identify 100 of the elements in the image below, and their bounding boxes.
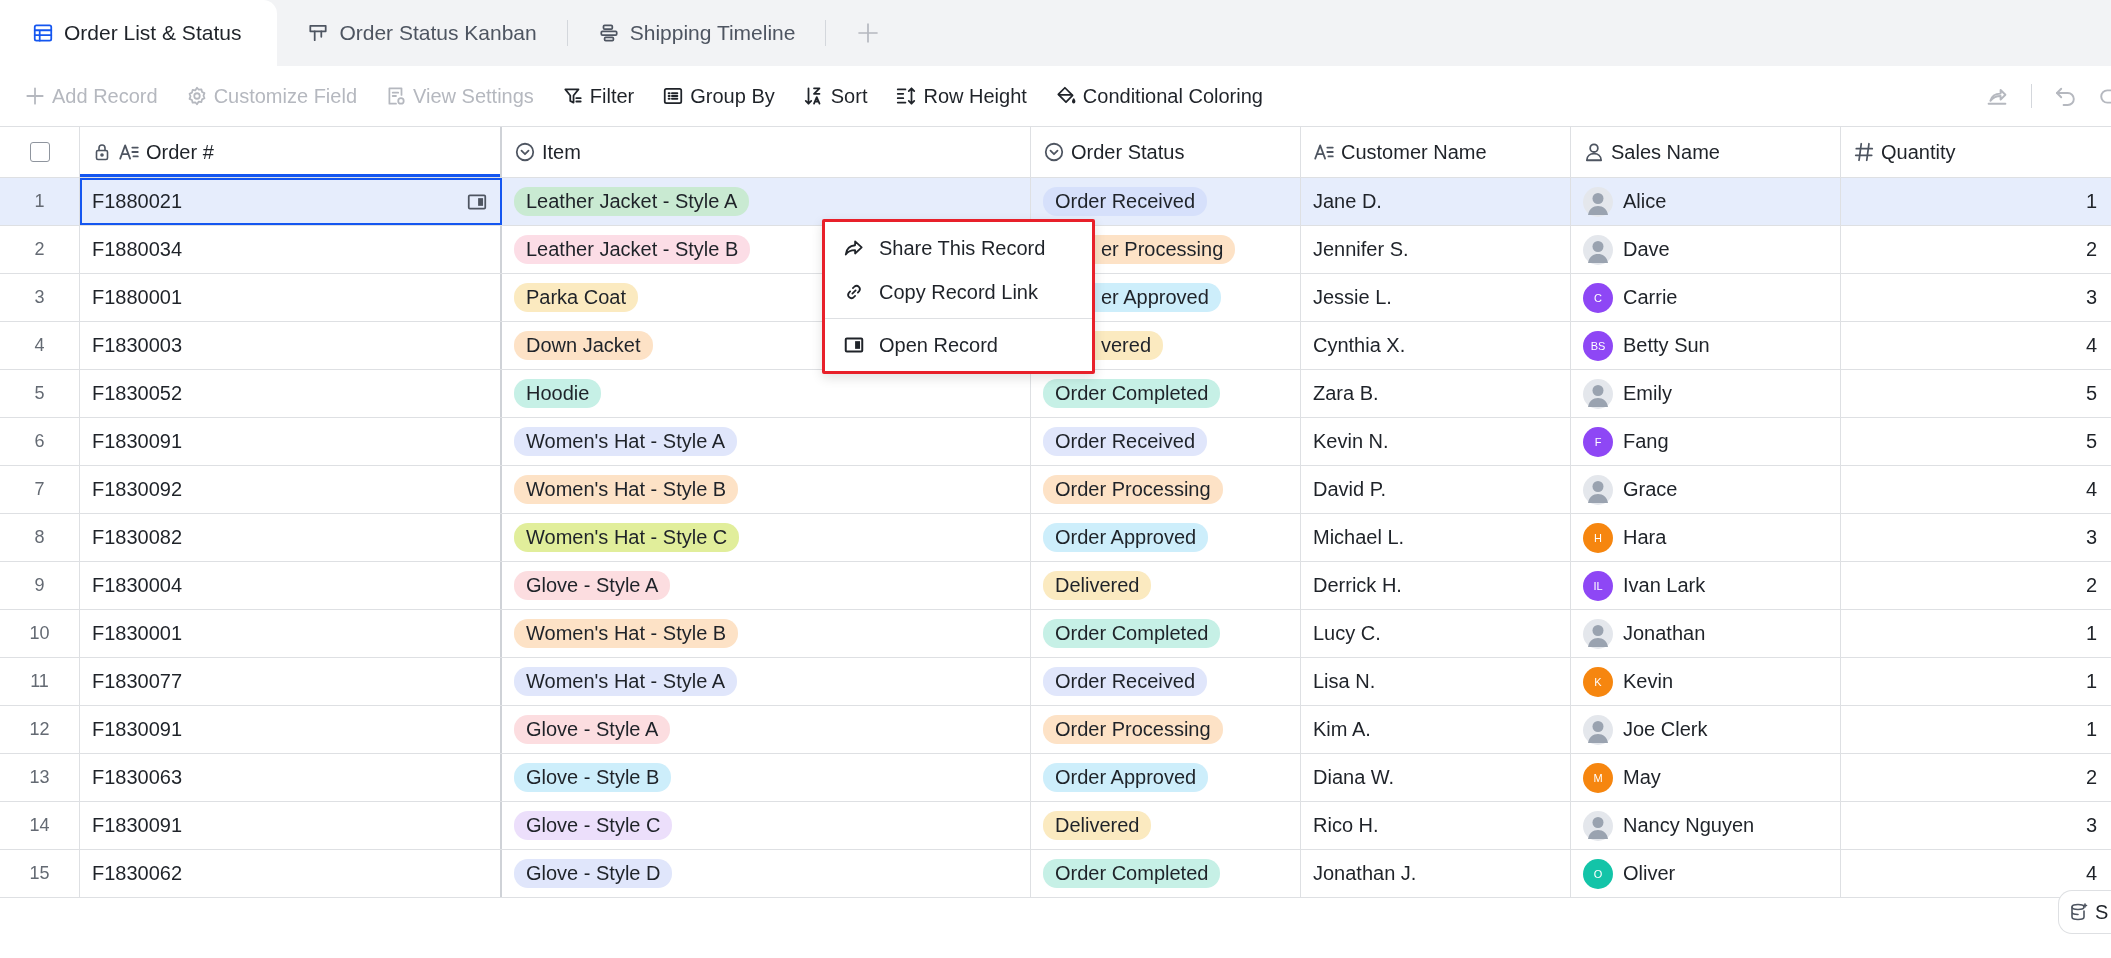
database-icon [2069, 902, 2089, 922]
row-number: 10 [0, 610, 80, 657]
item-tag: Hoodie [514, 379, 602, 408]
sales-name: Fang [1623, 430, 1669, 453]
sales-name: May [1623, 766, 1661, 789]
toolbar-button[interactable]: Sort [802, 84, 868, 108]
order-number: F1830062 [92, 862, 183, 885]
quantity: 3 [2084, 525, 2098, 550]
column-header[interactable]: Item [502, 127, 1031, 177]
table-row[interactable]: 14 F1830091 Glove - Style C Delivered Rico H. Nancy Nguyen 3 [0, 802, 2111, 850]
status-tag: Delivered [1043, 811, 1152, 840]
quantity: 1 [2084, 621, 2098, 646]
item-tag: Leather Jacket - Style B [514, 235, 751, 264]
quantity: 4 [2084, 861, 2098, 886]
quantity: 1 [2084, 717, 2098, 742]
toolbar-button[interactable]: Filter [561, 84, 635, 108]
table-row[interactable]: 15 F1830062 Glove - Style D Order Completed Jonathan J. O Oliver 4 [0, 850, 2111, 898]
avatar-icon [1583, 234, 1613, 265]
view-tab[interactable]: Order Status Kanban [277, 0, 567, 66]
item-tag: Glove - Style A [514, 571, 671, 600]
column-header[interactable]: Sales Name [1571, 127, 1841, 177]
open-record-icon [843, 334, 865, 356]
table-row[interactable]: 7 F1830092 Women's Hat - Style B Order Processing David P. Grace 4 [0, 466, 2111, 514]
customer-name: David P. [1301, 466, 1571, 513]
sales-name: Oliver [1623, 862, 1676, 885]
toolbar-button[interactable]: Conditional Coloring [1054, 84, 1263, 108]
item-tag: Down Jacket [514, 331, 653, 360]
column-header[interactable]: Order # [80, 127, 502, 177]
status-tag: Order Completed [1043, 379, 1221, 408]
view-tab[interactable]: Shipping Timeline [567, 0, 826, 66]
quantity: 2 [2084, 573, 2098, 598]
customer-name: Diana W. [1301, 754, 1571, 801]
column-header[interactable]: Order Status [1031, 127, 1301, 177]
order-number: F1830077 [92, 670, 183, 693]
toolbar-button[interactable]: Row Height [895, 84, 1027, 108]
sales-name: Ivan Lark [1623, 574, 1706, 597]
sales-name: Joe Clerk [1623, 718, 1708, 741]
customer-name: Cynthia X. [1301, 322, 1571, 369]
select-all-checkbox[interactable] [29, 142, 50, 162]
avatar-icon [1583, 714, 1613, 745]
status-tag: Order Completed [1043, 859, 1221, 888]
table-row[interactable]: 9 F1830004 Glove - Style A Delivered Derrick H. IL Ivan Lark 2 [0, 562, 2111, 610]
column-header[interactable]: Customer Name [1301, 127, 1571, 177]
column-header[interactable]: Quantity [1841, 127, 2111, 177]
customer-name: Michael L. [1301, 514, 1571, 561]
order-number: F1880021 [92, 190, 183, 213]
redo-icon [2100, 88, 2111, 104]
quantity: 4 [2084, 477, 2098, 502]
customer-name: Kevin N. [1301, 418, 1571, 465]
sales-name: Alice [1623, 190, 1667, 213]
customer-name: Jennifer S. [1301, 226, 1571, 273]
table-row[interactable]: 12 F1830091 Glove - Style A Order Processing Kim A. Joe Clerk 1 [0, 706, 2111, 754]
customer-name: Jane D. [1301, 178, 1571, 225]
avatar: C [1583, 282, 1613, 313]
group-icon [662, 85, 685, 107]
customer-name: Rico H. [1301, 802, 1571, 849]
avatar-icon [1583, 810, 1613, 841]
table-row[interactable]: 8 F1830082 Women's Hat - Style C Order Approved Michael L. H Hara 3 [0, 514, 2111, 562]
redo-button[interactable] [2100, 88, 2111, 104]
quantity: 5 [2084, 429, 2098, 454]
row-number: 9 [0, 562, 80, 609]
view-tab[interactable]: Order List & Status [0, 0, 278, 66]
item-tag: Leather Jacket - Style A [514, 187, 750, 216]
toolbar-button[interactable]: Group By [662, 84, 775, 108]
order-number: F1830082 [92, 526, 183, 549]
kanban-icon [307, 22, 330, 44]
table-row[interactable]: 10 F1830001 Women's Hat - Style B Order Completed Lucy C. Jonathan 1 [0, 610, 2111, 658]
item-tag: Parka Coat [514, 283, 639, 312]
quantity: 2 [2084, 237, 2098, 262]
row-number: 5 [0, 370, 80, 417]
number-field-icon [1853, 141, 1875, 163]
item-tag: Women's Hat - Style B [514, 475, 739, 504]
row-height-icon [895, 85, 918, 107]
item-tag: Women's Hat - Style A [514, 427, 738, 456]
quantity: 4 [2084, 333, 2098, 358]
order-number: F1880034 [92, 238, 183, 261]
sales-name: Nancy Nguyen [1623, 814, 1755, 837]
row-number: 3 [0, 274, 80, 321]
avatar: O [1583, 858, 1613, 889]
customer-name: Lucy C. [1301, 610, 1571, 657]
quantity: 3 [2084, 285, 2098, 310]
order-number: F1830001 [92, 622, 183, 645]
data-assistant-button[interactable]: S [2058, 890, 2111, 934]
customer-name: Lisa N. [1301, 658, 1571, 705]
sales-name: Dave [1623, 238, 1670, 261]
item-tag: Women's Hat - Style A [514, 667, 738, 696]
avatar-icon [1583, 186, 1613, 217]
sales-name: Jonathan [1623, 622, 1706, 645]
table-row[interactable]: 1 F1880021 Leather Jacket - Style A Order Received Jane D. Alice 1 [0, 178, 2111, 226]
row-number: 14 [0, 802, 80, 849]
status-tag: Delivered [1043, 571, 1152, 600]
status-tag: Order Received [1043, 667, 1208, 696]
item-tag: Glove - Style C [514, 811, 673, 840]
customer-name: Jessie L. [1301, 274, 1571, 321]
table-row[interactable]: 6 F1830091 Women's Hat - Style A Order Received Kevin N. F Fang 5 [0, 418, 2111, 466]
sales-name: Betty Sun [1623, 334, 1710, 357]
table-row[interactable]: 11 F1830077 Women's Hat - Style A Order Received Lisa N. K Kevin 1 [0, 658, 2111, 706]
table-row[interactable]: 13 F1830063 Glove - Style B Order Approved Diana W. M May 2 [0, 754, 2111, 802]
order-number: F1830091 [92, 814, 183, 837]
plus-icon [856, 21, 881, 45]
